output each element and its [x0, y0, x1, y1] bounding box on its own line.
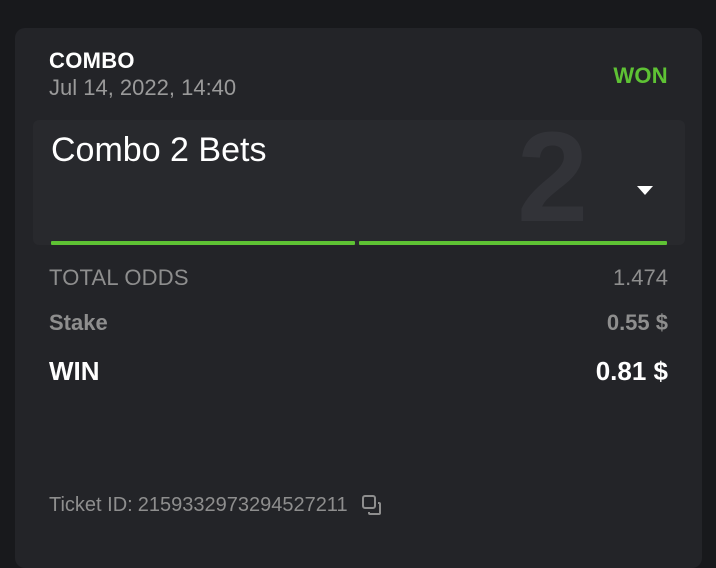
bet-status-badge: WON: [613, 63, 668, 88]
ticket-id-row: Ticket ID: 2159332973294527211: [49, 493, 384, 517]
total-odds-value: 1.474: [612, 265, 668, 290]
bet-date: Jul 14, 2022, 14:40: [49, 75, 237, 100]
bet-ticket-card: COMBO Jul 14, 2022, 14:40 WON 2 Combo 2 …: [15, 28, 702, 568]
copy-icon[interactable]: [360, 493, 384, 517]
stake-value: 0.55 $: [606, 310, 668, 335]
bet-type-label: COMBO: [49, 48, 135, 73]
win-label: WIN: [49, 356, 100, 386]
ticket-id-value: 2159332973294527211: [137, 493, 348, 516]
combo-title: Combo 2 Bets: [51, 131, 267, 169]
combo-selector[interactable]: 2 Combo 2 Bets: [33, 120, 685, 245]
combo-count-watermark: 2: [517, 120, 589, 245]
caret-down-icon[interactable]: [637, 186, 653, 195]
total-odds-label: TOTAL ODDS: [49, 265, 189, 290]
ticket-id-label: Ticket ID:: [49, 493, 133, 516]
win-value: 0.81 $: [595, 356, 668, 386]
leg-progress-bar-2: [359, 241, 667, 245]
leg-progress-bar-1: [51, 241, 355, 245]
stake-label: Stake: [49, 310, 108, 335]
